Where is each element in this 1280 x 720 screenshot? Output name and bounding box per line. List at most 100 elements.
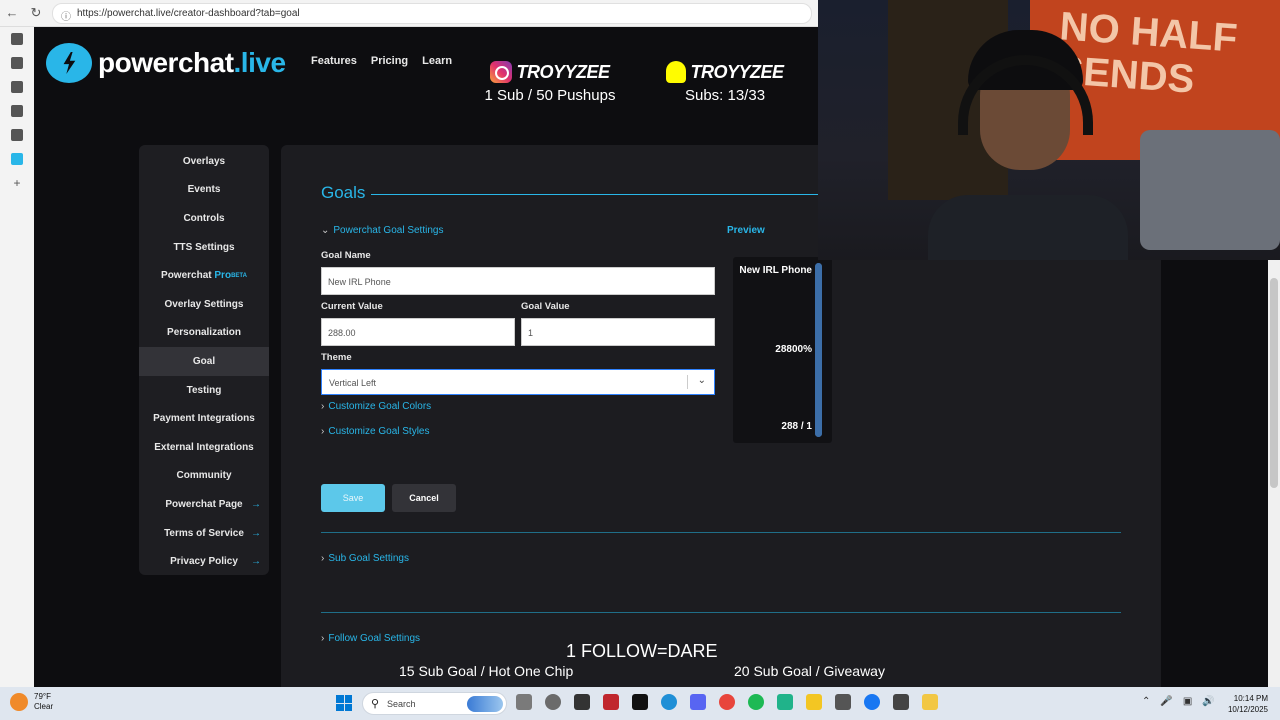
sidebar-item-privacy-policy[interactable]: Privacy Policy → xyxy=(139,547,269,576)
address-bar[interactable]: ⓘ https://powerchat.live/creator-dashboa… xyxy=(52,3,812,24)
logo-text: powerchat.live xyxy=(98,47,286,78)
spotify-icon[interactable] xyxy=(748,694,764,710)
customize-goal-styles-toggle[interactable]: › Customize Goal Styles xyxy=(321,426,430,437)
taskbar-apps xyxy=(516,694,938,710)
chevron-right-icon: › xyxy=(321,426,325,437)
weather-condition: Clear xyxy=(34,702,54,711)
app-box-icon[interactable] xyxy=(11,105,23,117)
preview-percent: 28800% xyxy=(775,344,812,355)
mail-icon[interactable] xyxy=(893,694,909,710)
site-logo[interactable]: powerchat.live xyxy=(46,43,286,83)
tiktok-icon[interactable] xyxy=(632,694,648,710)
sidebar-item-controls[interactable]: Controls xyxy=(139,204,269,233)
snapchat-line: Subs: 13/33 xyxy=(684,87,766,104)
preview-count: 288 / 1 xyxy=(781,421,812,432)
external-link-icon: → xyxy=(251,556,261,568)
powerchat-app-icon[interactable] xyxy=(11,153,23,165)
scrollbar-thumb[interactable] xyxy=(1270,278,1278,488)
nav-features[interactable]: Features xyxy=(311,55,357,67)
sidebar-item-powerchat-page[interactable]: Powerchat Page → xyxy=(139,490,269,519)
site-info-icon[interactable]: ⓘ xyxy=(61,8,71,23)
current-value-input[interactable]: 288.00 xyxy=(321,318,515,346)
preview-label: Preview xyxy=(727,225,765,236)
volume-icon[interactable]: 🔊 xyxy=(1202,696,1214,707)
discord-icon[interactable] xyxy=(690,694,706,710)
goal-name-label: Goal Name xyxy=(321,250,371,261)
obs-app-icon[interactable] xyxy=(574,694,590,710)
add-icon[interactable]: + xyxy=(11,177,23,189)
theme-label: Theme xyxy=(321,352,352,363)
page-scrollbar[interactable] xyxy=(1268,260,1280,687)
clock-date: 10/12/2025 xyxy=(1227,705,1268,714)
customize-goal-colors-toggle[interactable]: › Customize Goal Colors xyxy=(321,401,431,412)
sidebar-item-personalization[interactable]: Personalization xyxy=(139,319,269,348)
goal-value-input[interactable]: 1 xyxy=(521,318,715,346)
search-highlight-icon xyxy=(467,696,503,712)
save-button[interactable]: Save xyxy=(321,484,385,512)
sidebar-item-terms-of-service[interactable]: Terms of Service → xyxy=(139,519,269,548)
nav-pricing[interactable]: Pricing xyxy=(371,55,408,67)
theme-select[interactable]: Vertical Left ⌄ xyxy=(321,369,715,395)
collections-icon[interactable] xyxy=(11,57,23,69)
app-green-icon[interactable] xyxy=(777,694,793,710)
url-text: https://powerchat.live/creator-dashboard… xyxy=(77,8,300,19)
weather-widget[interactable]: 79°F Clear xyxy=(10,692,53,712)
cancel-button[interactable]: Cancel xyxy=(392,484,456,512)
theme-select-value: Vertical Left xyxy=(329,378,377,388)
sidebar-item-powerchat-pro[interactable]: Powerchat Pro BETA xyxy=(139,261,269,290)
red-app-icon[interactable] xyxy=(603,694,619,710)
windows-start-icon[interactable] xyxy=(336,695,352,711)
current-value-label: Current Value xyxy=(321,301,383,312)
nav-learn[interactable]: Learn xyxy=(422,55,452,67)
sidebar-item-goal[interactable]: Goal xyxy=(139,347,269,376)
sidebar-item-community[interactable]: Community xyxy=(139,462,269,491)
settings-gear-icon[interactable] xyxy=(545,694,561,710)
file-explorer-icon[interactable] xyxy=(922,694,938,710)
clock-time: 10:14 PM xyxy=(1233,694,1268,703)
sidebar-item-external-integrations[interactable]: External Integrations xyxy=(139,433,269,462)
instagram-handle: TROYYZEE xyxy=(516,61,610,82)
sticky-notes-icon[interactable] xyxy=(806,694,822,710)
top-nav: Features Pricing Learn xyxy=(311,55,452,67)
screen: ← ↻ ⓘ https://powerchat.live/creator-das… xyxy=(0,0,1280,720)
sidebar-item-testing[interactable]: Testing xyxy=(139,376,269,405)
preview-goal-name: New IRL Phone xyxy=(739,265,812,276)
weather-temperature: 79°F xyxy=(34,692,51,701)
chevron-right-icon: › xyxy=(321,633,325,644)
powerchat-goal-settings-toggle[interactable]: ⌄ Powerchat Goal Settings xyxy=(321,225,443,236)
chevron-up-icon[interactable]: ⌃ xyxy=(1142,696,1150,707)
external-link-icon: → xyxy=(251,527,261,539)
tabs-icon[interactable] xyxy=(11,33,23,45)
facebook-icon[interactable] xyxy=(864,694,880,710)
task-view-icon[interactable] xyxy=(516,694,532,710)
network-icon[interactable]: ▣ xyxy=(1183,696,1192,707)
app-circle-icon[interactable] xyxy=(11,129,23,141)
taskbar-search[interactable]: ⚲ Search xyxy=(362,692,507,715)
external-link-icon: → xyxy=(251,498,261,510)
chrome-icon[interactable] xyxy=(719,694,735,710)
section-divider xyxy=(321,612,1121,613)
follow-goal-settings-toggle[interactable]: › Follow Goal Settings xyxy=(321,633,420,644)
sidebar-item-overlay-settings[interactable]: Overlay Settings xyxy=(139,290,269,319)
microphone-icon[interactable]: 🎤 xyxy=(1160,696,1172,707)
sub-goal-left-text: 15 Sub Goal / Hot One Chip xyxy=(399,663,574,679)
weather-icon xyxy=(10,693,28,711)
reload-icon[interactable]: ↻ xyxy=(28,5,44,21)
sidebar-item-tts-settings[interactable]: TTS Settings xyxy=(139,233,269,262)
system-tray: ⌃ 🎤 ▣ 🔊 xyxy=(1142,696,1215,707)
app-s-icon[interactable] xyxy=(11,81,23,93)
back-icon[interactable]: ← xyxy=(4,5,20,21)
edge-browser-icon[interactable] xyxy=(661,694,677,710)
instagram-line: 1 Sub / 50 Pushups xyxy=(484,87,616,104)
taskbar-clock[interactable]: 10:14 PM 10/12/2025 xyxy=(1228,693,1268,715)
store-icon[interactable] xyxy=(835,694,851,710)
sub-goal-settings-toggle[interactable]: › Sub Goal Settings xyxy=(321,553,409,564)
snapchat-overlay: TROYYZEE Subs: 13/33 xyxy=(660,61,790,104)
browser-toolbar: ← ↻ ⓘ https://powerchat.live/creator-das… xyxy=(0,0,818,27)
sidebar-item-payment-integrations[interactable]: Payment Integrations xyxy=(139,404,269,433)
flag-text: NO HALF SENDS xyxy=(1055,4,1239,102)
sidebar-item-overlays[interactable]: Overlays xyxy=(139,147,269,176)
instagram-overlay: TROYYZEE 1 Sub / 50 Pushups xyxy=(470,61,630,104)
goal-name-input[interactable]: New IRL Phone xyxy=(321,267,715,295)
sidebar-item-events[interactable]: Events xyxy=(139,176,269,205)
